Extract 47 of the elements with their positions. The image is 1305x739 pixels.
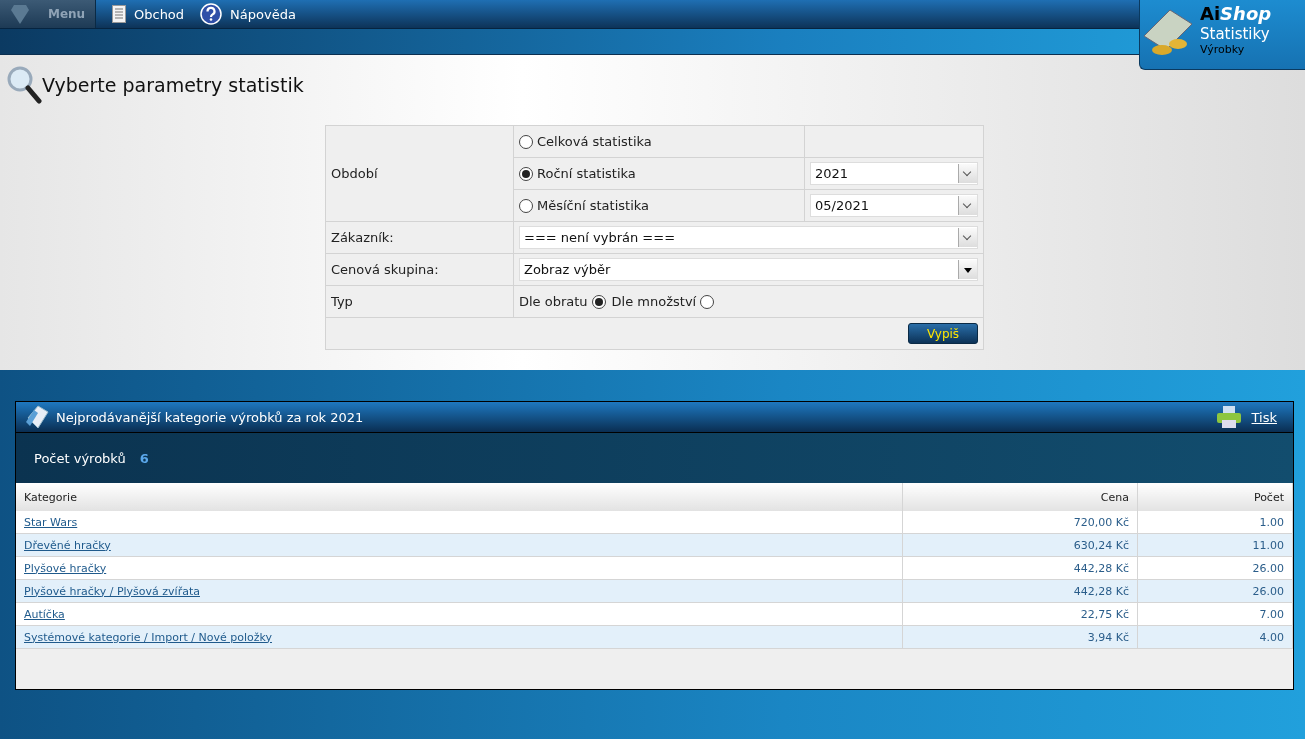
table-cell: 7.00 [1137,602,1293,626]
dropdown[interactable]: === není vybrán === [519,226,978,249]
category-link[interactable]: Plyšové hračky / Plyšová zvířata [24,584,200,598]
field-label: Zákazník: [331,230,394,245]
category-link[interactable]: Star Wars [24,515,78,529]
field-label: Období [331,166,378,181]
print-link[interactable]: Tisk [1251,409,1277,425]
table-cell: 3,94 Kč [902,625,1138,649]
page-heading: Vyberte parametry statistik [42,74,304,96]
table-cell: 442,28 Kč [902,579,1138,603]
count-value: 6 [139,450,149,466]
table-cell: 22,75 Kč [902,602,1138,626]
radio-option[interactable]: Dle množství [611,294,715,309]
column-header: Počet [1137,483,1293,511]
column-header: Kategorie [16,483,903,511]
category-link[interactable]: Dřevěné hračky [24,538,111,552]
document-icon [112,5,126,23]
brand-title: Statistiky [1200,25,1270,43]
count-label: Počet výrobků [34,450,126,466]
column-header: Cena [902,483,1138,511]
printer-icon [1215,405,1242,429]
table-cell: 720,00 Kč [902,511,1138,534]
dropdown[interactable]: 05/2021 [810,194,978,217]
field-label: Typ [331,294,353,309]
magnifier-icon [6,65,42,105]
table-cell: 630,24 Kč [902,533,1138,557]
brand-subtitle: Výrobky [1200,43,1245,56]
field-label: Cenová skupina: [331,262,439,277]
dropdown[interactable]: 2021 [810,162,978,185]
radio-option[interactable]: Dle obratu [519,294,606,309]
table-cell: 4.00 [1137,625,1293,649]
table-cell: 26.00 [1137,556,1293,580]
nav-link[interactable]: Obchod [112,5,185,23]
help-icon [200,3,223,25]
table-cell: 1.00 [1137,511,1293,534]
category-link[interactable]: Autíčka [24,607,65,621]
menu-button[interactable]: Menu [0,0,96,28]
table-cell: 442,28 Kč [902,556,1138,580]
nav-link[interactable]: Nápověda [200,3,296,25]
category-link[interactable]: Systémové kategorie / Import / Nové položky [24,630,272,644]
table-cell: 11.00 [1137,533,1293,557]
table-cell: 26.00 [1137,579,1293,603]
brand-name: AiShop [1200,3,1272,25]
submit-button[interactable]: Vypiš [908,323,978,344]
report-title: Nejprodávanější kategorie výrobků za rok 2021 [56,409,364,425]
dropdown[interactable]: Zobraz výběr [519,258,978,281]
category-link[interactable]: Plyšové hračky [24,561,107,575]
